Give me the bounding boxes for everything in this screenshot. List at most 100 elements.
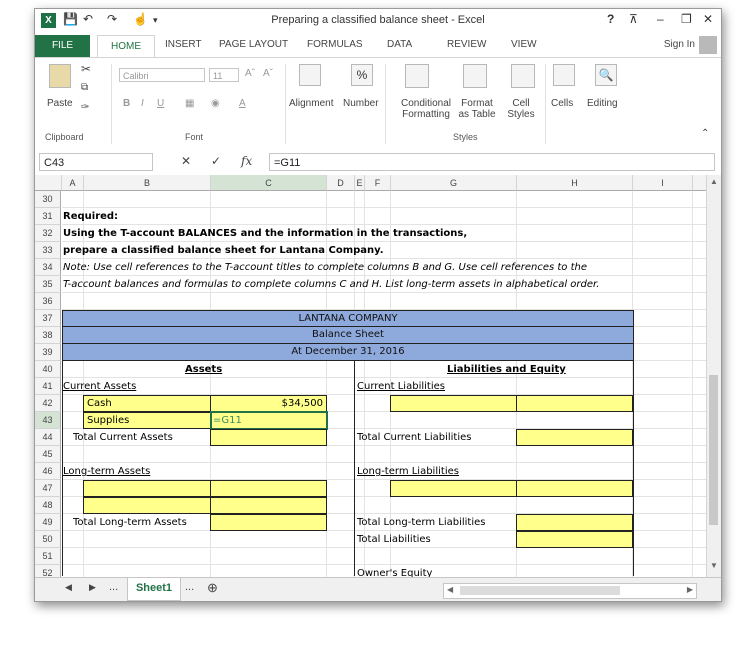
- sheets-right-ellipsis[interactable]: ...: [185, 581, 194, 593]
- conditional-formatting-button[interactable]: Conditional Formatting: [391, 98, 461, 120]
- total-current-liabilities-cell[interactable]: [516, 429, 633, 446]
- row-header[interactable]: 49: [35, 514, 61, 531]
- borders-icon[interactable]: ▦: [185, 98, 194, 109]
- italic-icon[interactable]: I: [141, 98, 144, 109]
- avatar[interactable]: [699, 36, 717, 54]
- font-size-select[interactable]: 11: [209, 68, 239, 82]
- enter-icon[interactable]: ✓: [211, 154, 221, 168]
- next-sheet-icon[interactable]: ▶: [89, 582, 96, 593]
- cancel-icon[interactable]: ✕: [181, 154, 191, 168]
- format-as-table-button[interactable]: Format as Table: [457, 98, 497, 120]
- bold-icon[interactable]: B: [123, 98, 130, 109]
- underline-icon[interactable]: U: [157, 98, 164, 109]
- horizontal-scrollbar[interactable]: ◀ ▶: [443, 583, 697, 599]
- longterm-asset-2-value-cell[interactable]: [210, 497, 327, 514]
- row-header[interactable]: 37: [35, 310, 61, 327]
- total-longterm-assets-cell[interactable]: [210, 514, 327, 531]
- grow-font-icon[interactable]: Aˆ: [245, 68, 255, 79]
- row-header[interactable]: 45: [35, 446, 61, 463]
- scroll-right-icon[interactable]: ▶: [687, 585, 693, 594]
- row-header[interactable]: 31: [35, 208, 61, 225]
- row-header[interactable]: 48: [35, 497, 61, 514]
- sheets-left-ellipsis[interactable]: ...: [109, 581, 118, 593]
- row-header[interactable]: 35: [35, 276, 61, 293]
- tab-review[interactable]: REVIEW: [447, 39, 486, 50]
- shrink-font-icon[interactable]: Aˇ: [263, 68, 273, 79]
- add-sheet-icon[interactable]: ⊕: [207, 580, 218, 596]
- current-liability-label-cell[interactable]: [390, 395, 517, 412]
- row-header[interactable]: 30: [35, 191, 61, 208]
- column-header-d[interactable]: D: [327, 175, 355, 191]
- row-header[interactable]: 51: [35, 548, 61, 565]
- tab-view[interactable]: VIEW: [511, 39, 537, 50]
- scroll-left-icon[interactable]: ◀: [447, 585, 453, 594]
- row-header[interactable]: 34: [35, 259, 61, 276]
- column-header-i[interactable]: I: [633, 175, 693, 191]
- row-header[interactable]: 43: [35, 412, 61, 429]
- column-header-f[interactable]: F: [365, 175, 391, 191]
- font-name-select[interactable]: Calibri: [119, 68, 205, 82]
- column-header-a[interactable]: A: [62, 175, 84, 191]
- vertical-scroll-thumb[interactable]: [709, 375, 718, 525]
- insert-function-icon[interactable]: fx: [241, 154, 252, 168]
- tab-page-layout[interactable]: PAGE LAYOUT: [219, 39, 288, 50]
- formula-input[interactable]: =G11: [269, 153, 715, 171]
- alignment-button[interactable]: Alignment: [289, 98, 333, 109]
- row-header[interactable]: 33: [35, 242, 61, 259]
- longterm-liability-value-cell[interactable]: [516, 480, 633, 497]
- longterm-asset-1-value-cell[interactable]: [210, 480, 327, 497]
- column-header-g[interactable]: G: [391, 175, 517, 191]
- row-header[interactable]: 38: [35, 327, 61, 344]
- column-header-e[interactable]: E: [355, 175, 365, 191]
- row-header[interactable]: 50: [35, 531, 61, 548]
- row-header[interactable]: 52: [35, 565, 61, 577]
- total-longterm-liabilities-cell[interactable]: [516, 514, 633, 531]
- tab-home[interactable]: HOME: [97, 35, 155, 58]
- ribbon-display-button[interactable]: ⊼: [629, 12, 638, 26]
- cells-button[interactable]: Cells: [551, 98, 573, 109]
- collapse-ribbon-icon[interactable]: ⌃: [701, 128, 709, 139]
- copy-icon[interactable]: ⧉: [81, 82, 88, 93]
- paste-button[interactable]: Paste: [47, 98, 73, 109]
- row-header[interactable]: 39: [35, 344, 61, 361]
- longterm-asset-1-label-cell[interactable]: [83, 480, 211, 497]
- close-button[interactable]: ✕: [703, 12, 713, 26]
- sign-in-link[interactable]: Sign In: [664, 39, 695, 50]
- vertical-scrollbar[interactable]: ▲ ▼: [706, 175, 721, 593]
- font-color-icon[interactable]: A: [239, 98, 246, 109]
- column-header-b[interactable]: B: [84, 175, 211, 191]
- row-header[interactable]: 40: [35, 361, 61, 378]
- fill-color-icon[interactable]: ◉: [211, 98, 220, 109]
- name-box[interactable]: C43: [39, 153, 153, 171]
- longterm-asset-2-label-cell[interactable]: [83, 497, 211, 514]
- current-liability-value-cell[interactable]: [516, 395, 633, 412]
- row-header[interactable]: 36: [35, 293, 61, 310]
- help-button[interactable]: ?: [607, 12, 614, 26]
- row-header[interactable]: 46: [35, 463, 61, 480]
- row-header[interactable]: 41: [35, 378, 61, 395]
- editing-button[interactable]: Editing: [587, 98, 618, 109]
- scroll-down-icon[interactable]: ▼: [710, 561, 718, 570]
- format-painter-icon[interactable]: ✑: [81, 102, 89, 113]
- sheet-tab-sheet1[interactable]: Sheet1: [127, 578, 181, 601]
- tab-insert[interactable]: INSERT: [165, 39, 202, 50]
- longterm-liability-label-cell[interactable]: [390, 480, 517, 497]
- minimize-button[interactable]: –: [657, 12, 664, 26]
- row-header[interactable]: 42: [35, 395, 61, 412]
- row-header[interactable]: 47: [35, 480, 61, 497]
- column-header-h[interactable]: H: [517, 175, 633, 191]
- select-all-corner[interactable]: [35, 175, 62, 191]
- column-header-c[interactable]: C: [211, 175, 327, 191]
- number-button[interactable]: Number: [343, 98, 379, 109]
- prev-sheet-icon[interactable]: ◀: [65, 582, 72, 593]
- restore-button[interactable]: ❐: [681, 12, 692, 26]
- column-header-j[interactable]: [693, 175, 707, 191]
- tab-data[interactable]: DATA: [387, 39, 412, 50]
- total-liabilities-cell[interactable]: [516, 531, 633, 548]
- total-current-assets-cell[interactable]: [210, 429, 327, 446]
- worksheet-grid[interactable]: A B C D E F G H I 30 31 32 33 34 35 36 37 38 39 40…: [35, 175, 721, 577]
- row-header[interactable]: 32: [35, 225, 61, 242]
- horizontal-scroll-thumb[interactable]: [460, 586, 620, 595]
- cut-icon[interactable]: ✂: [81, 62, 91, 76]
- tab-file[interactable]: FILE: [35, 35, 90, 57]
